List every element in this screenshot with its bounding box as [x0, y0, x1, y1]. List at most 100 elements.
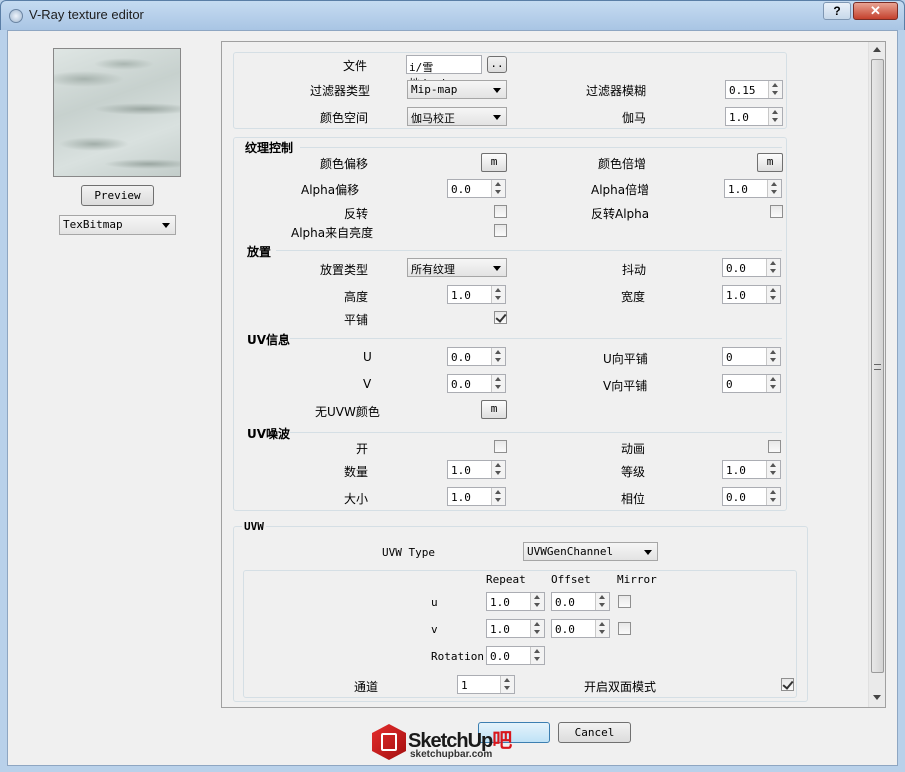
spinner-icon[interactable] [768, 81, 782, 98]
color-mult-label: 颜色倍增 [598, 157, 647, 171]
uvw-title: UVW [242, 520, 266, 533]
invert-label: 反转 [344, 207, 369, 221]
spinner-icon[interactable] [491, 348, 505, 365]
filter-blur-label: 过滤器模糊 [586, 84, 647, 98]
placement-type-select[interactable]: 所有纹理 [407, 258, 507, 277]
filter-type-select[interactable]: Mip-map [407, 80, 507, 99]
cancel-button[interactable]: Cancel [558, 722, 631, 743]
file-label: 文件 [343, 59, 368, 73]
spinner-icon[interactable] [491, 461, 505, 478]
texture-preview [53, 48, 181, 177]
chevron-down-icon [493, 266, 501, 271]
window-title: V-Ray texture editor [29, 7, 144, 22]
size-value: 1.0 [451, 491, 471, 504]
levels-field[interactable]: 1.0 [722, 460, 781, 479]
color-space-select[interactable]: 伽马校正 [407, 107, 507, 126]
alpha-offset-field[interactable]: 0.0 [447, 179, 506, 198]
u-offset-value: 0.0 [555, 596, 575, 609]
uvw-type-select[interactable]: UVWGenChannel [523, 542, 658, 561]
u-tile-field[interactable]: 0 [722, 347, 781, 366]
spinner-icon[interactable] [766, 348, 780, 365]
divider [300, 147, 782, 148]
phase-field[interactable]: 0.0 [722, 487, 781, 506]
v-repeat-field[interactable]: 1.0 [486, 619, 545, 638]
spinner-icon[interactable] [766, 461, 780, 478]
amount-label: 数量 [344, 465, 369, 479]
filter-type-label: 过滤器类型 [310, 84, 371, 98]
animate-checkbox[interactable] [768, 440, 781, 453]
help-button[interactable]: ? [823, 2, 851, 20]
alpha-mult-value: 1.0 [728, 183, 748, 196]
u-field[interactable]: 0.0 [447, 347, 506, 366]
v-mirror-checkbox[interactable] [618, 622, 631, 635]
u-repeat-field[interactable]: 1.0 [486, 592, 545, 611]
levels-label: 等级 [621, 465, 646, 479]
v-field[interactable]: 0.0 [447, 374, 506, 393]
jitter-field[interactable]: 0.0 [722, 258, 781, 277]
scrollbar[interactable] [868, 42, 885, 707]
u-offset-field[interactable]: 0.0 [551, 592, 610, 611]
no-uvw-color-label: 无UVW颜色 [315, 405, 380, 419]
texture-type-select[interactable]: TexBitmap [59, 215, 176, 235]
size-field[interactable]: 1.0 [447, 487, 506, 506]
filter-type-value: Mip-map [411, 83, 458, 96]
spinner-icon[interactable] [491, 180, 505, 197]
alpha-offset-value: 0.0 [451, 183, 471, 196]
spinner-icon[interactable] [530, 620, 544, 637]
channel-field[interactable]: 1 [457, 675, 515, 694]
spinner-icon[interactable] [595, 620, 609, 637]
v-offset-field[interactable]: 0.0 [551, 619, 610, 638]
spinner-icon[interactable] [500, 676, 514, 693]
height-field[interactable]: 1.0 [447, 285, 506, 304]
spinner-icon[interactable] [491, 286, 505, 303]
cube-logo-inner-icon [381, 733, 397, 751]
noise-on-checkbox[interactable] [494, 440, 507, 453]
spinner-icon[interactable] [766, 286, 780, 303]
double-sided-checkbox[interactable] [781, 678, 794, 691]
color-mult-map-button[interactable]: m [757, 153, 783, 172]
scroll-up-arrow-icon[interactable] [873, 47, 881, 52]
alpha-from-intensity-checkbox[interactable] [494, 224, 507, 237]
u-mirror-checkbox[interactable] [618, 595, 631, 608]
rotation-field[interactable]: 0.0 [486, 646, 545, 665]
placement-type-value: 所有纹理 [411, 263, 455, 276]
alpha-mult-field[interactable]: 1.0 [724, 179, 782, 198]
no-uvw-color-map-button[interactable]: m [481, 400, 507, 419]
scroll-down-arrow-icon[interactable] [873, 695, 881, 700]
v-offset-value: 0.0 [555, 623, 575, 636]
tile-checkbox[interactable] [494, 311, 507, 324]
browse-button[interactable]: .. [487, 56, 507, 73]
amount-field[interactable]: 1.0 [447, 460, 506, 479]
invert-alpha-checkbox[interactable] [770, 205, 783, 218]
close-button[interactable]: ✕ [853, 2, 898, 20]
height-value: 1.0 [451, 289, 471, 302]
width-field[interactable]: 1.0 [722, 285, 781, 304]
watermark-logo: SketchUp吧 sketchupbar.com [370, 720, 550, 766]
invert-checkbox[interactable] [494, 205, 507, 218]
chevron-down-icon [162, 223, 170, 228]
noise-on-label: 开 [356, 442, 369, 456]
preview-button[interactable]: Preview [81, 185, 154, 206]
spinner-icon[interactable] [766, 488, 780, 505]
color-offset-label: 颜色偏移 [320, 157, 369, 171]
gamma-field[interactable]: 1.0 [725, 107, 783, 126]
v-tile-field[interactable]: 0 [722, 374, 781, 393]
filter-blur-field[interactable]: 0.15 [725, 80, 783, 99]
spinner-icon[interactable] [595, 593, 609, 610]
color-offset-map-button[interactable]: m [481, 153, 507, 172]
divider [290, 432, 782, 433]
placement-title: 放置 [247, 245, 272, 259]
spinner-icon[interactable] [491, 488, 505, 505]
uv-info-title: UV信息 [247, 333, 291, 347]
spinner-icon[interactable] [530, 593, 544, 610]
alpha-from-intensity-label: Alpha来自亮度 [291, 226, 374, 240]
spinner-icon[interactable] [767, 180, 781, 197]
texture-control-title: 纹理控制 [245, 141, 294, 155]
uvw-u-label: u [431, 596, 438, 609]
spinner-icon[interactable] [530, 647, 544, 664]
file-path-field[interactable]: i/雪地/a.jpg [406, 55, 482, 90]
spinner-icon[interactable] [766, 375, 780, 392]
spinner-icon[interactable] [491, 375, 505, 392]
spinner-icon[interactable] [768, 108, 782, 125]
spinner-icon[interactable] [766, 259, 780, 276]
